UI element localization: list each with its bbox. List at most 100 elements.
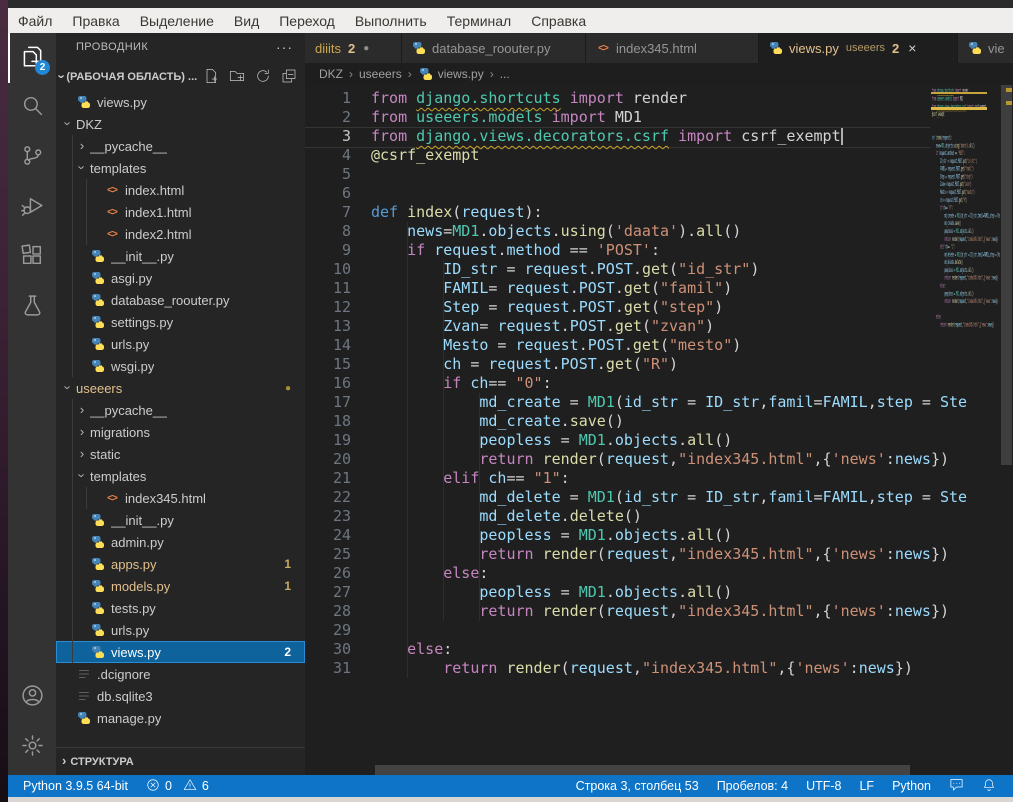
tree-file-__init__.py[interactable]: __init__.py: [56, 245, 305, 267]
feedback-icon: [949, 777, 964, 795]
code-line: return render(request,"index345.html",{'…: [371, 450, 967, 469]
status-label: UTF-8: [806, 779, 841, 793]
new-folder-icon[interactable]: [229, 68, 245, 87]
breadcrumb-item-DKZ[interactable]: DKZ: [319, 67, 343, 81]
tree-folder-DKZ[interactable]: ›DKZ: [56, 113, 305, 135]
vertical-scrollbar-thumb[interactable]: [1001, 85, 1012, 465]
activity-search-button[interactable]: [8, 83, 56, 133]
tree-file-database_roouter.py[interactable]: database_roouter.py: [56, 289, 305, 311]
warning-icon: [183, 778, 197, 795]
menu-bar: ФайлПравкаВыделениеВидПереходВыполнитьТе…: [8, 8, 1013, 33]
explorer-title: ПРОВОДНИК: [76, 41, 148, 53]
code-line: peopless = MD1.objects.all(): [371, 431, 967, 450]
tree-folder-templates[interactable]: ›templates: [56, 157, 305, 179]
tree-file-admin.py[interactable]: admin.py: [56, 531, 305, 553]
activity-settings-gear-button[interactable]: [8, 723, 56, 773]
tree-file-urls.py[interactable]: urls.py: [56, 333, 305, 355]
menu-item-Терминал[interactable]: Терминал: [437, 13, 521, 29]
tree-folder-useeers[interactable]: ›useeers●: [56, 377, 305, 399]
menu-item-Вид[interactable]: Вид: [224, 13, 269, 29]
status-language-mode[interactable]: Python: [885, 779, 938, 793]
tab-vie[interactable]: vie: [958, 33, 1013, 63]
tree-file-apps.py[interactable]: apps.py1: [56, 553, 305, 575]
workspace-section-header[interactable]: › (РАБОЧАЯ ОБЛАСТЬ) ...: [56, 65, 305, 89]
new-file-icon[interactable]: [203, 68, 219, 87]
tab-index345.html[interactable]: <>index345.html: [586, 33, 758, 63]
status-eol[interactable]: LF: [852, 779, 881, 793]
tab-views.py[interactable]: views.pyuseeers2×: [759, 33, 957, 63]
status-notifications[interactable]: [975, 778, 1003, 795]
tree-item-label: apps.py: [111, 557, 157, 572]
tree-file-tests.py[interactable]: tests.py: [56, 597, 305, 619]
tree-indent-guide: [72, 641, 73, 663]
tree-file-index1.html[interactable]: <>index1.html: [56, 201, 305, 223]
outline-section-header[interactable]: › СТРУКТУРА: [56, 747, 305, 775]
code-line: return render(request,"index345.html",{'…: [371, 659, 967, 678]
tree-file-manage.py[interactable]: manage.py: [56, 707, 305, 729]
tree-file-views.py[interactable]: views.py2: [56, 641, 305, 663]
tab-database_roouter.py[interactable]: database_roouter.py: [402, 33, 585, 63]
status-cursor-position[interactable]: Строка 3, столбец 53: [569, 779, 706, 793]
tree-file-index2.html[interactable]: <>index2.html: [56, 223, 305, 245]
menu-item-Переход[interactable]: Переход: [269, 13, 345, 29]
status-problems[interactable]: 06: [139, 778, 216, 795]
menu-item-Справка[interactable]: Справка: [521, 13, 596, 29]
code-line: return render(request,"index345.html",{'…: [932, 235, 1000, 243]
tree-indent-guide: [72, 421, 73, 443]
tree-folder-migrations[interactable]: ›migrations: [56, 421, 305, 443]
menu-item-Правка[interactable]: Правка: [62, 13, 129, 29]
tree-file-index345.html[interactable]: <>index345.html: [56, 487, 305, 509]
status-encoding[interactable]: UTF-8: [799, 779, 848, 793]
code-line: from useeers.models import MD1: [371, 108, 967, 127]
vertical-scrollbar[interactable]: [1000, 85, 1013, 775]
tree-folder-static[interactable]: ›static: [56, 443, 305, 465]
tree-item-label: index.html: [125, 183, 184, 198]
minimap[interactable]: from django.shortcuts import renderfrom …: [930, 85, 1000, 345]
status-python-interpreter[interactable]: Python 3.9.5 64-bit: [16, 779, 135, 793]
chevron-right-icon: ›: [74, 403, 90, 416]
tab-diiits[interactable]: diiits2●: [305, 33, 401, 63]
collapse-all-icon[interactable]: [281, 68, 297, 87]
line-number: 21: [305, 469, 351, 488]
activity-extensions-button[interactable]: [8, 233, 56, 283]
tree-file-__init__.py[interactable]: __init__.py: [56, 509, 305, 531]
tree-folder-__pycache__[interactable]: ›__pycache__: [56, 135, 305, 157]
tree-file-urls.py[interactable]: urls.py: [56, 619, 305, 641]
refresh-icon[interactable]: [255, 68, 271, 87]
code-editor[interactable]: 1234567891011121314151617181920212223242…: [305, 85, 1013, 775]
source-control-icon: [20, 143, 45, 173]
close-icon[interactable]: ×: [908, 40, 916, 56]
tree-folder-__pycache__[interactable]: ›__pycache__: [56, 399, 305, 421]
menu-item-Выделение[interactable]: Выделение: [130, 13, 224, 29]
horizontal-scrollbar-thumb[interactable]: [375, 765, 910, 775]
tree-file-.dcignore[interactable]: .dcignore: [56, 663, 305, 685]
tree-file-models.py[interactable]: models.py1: [56, 575, 305, 597]
code-line: elif ch== "1":: [932, 243, 1000, 251]
tree-folder-templates[interactable]: ›templates: [56, 465, 305, 487]
status-indentation[interactable]: Пробелов: 4: [710, 779, 795, 793]
python-icon: [90, 513, 106, 527]
explorer-more-actions-button[interactable]: ···: [276, 39, 293, 55]
tree-item-label: settings.py: [111, 315, 173, 330]
tree-file-index.html[interactable]: <>index.html: [56, 179, 305, 201]
breadcrumb-item-useeers[interactable]: useeers: [359, 67, 402, 81]
breadcrumb-item-views.py[interactable]: views.py: [418, 67, 484, 81]
menu-item-Выполнить[interactable]: Выполнить: [345, 13, 437, 29]
tree-file-asgi.py[interactable]: asgi.py: [56, 267, 305, 289]
tree-file-views.py[interactable]: views.py: [56, 91, 305, 113]
tree-file-db.sqlite3[interactable]: db.sqlite3: [56, 685, 305, 707]
activity-source-control-button[interactable]: [8, 133, 56, 183]
vscode-window: ФайлПравкаВыделениеВидПереходВыполнитьТе…: [0, 0, 1013, 802]
tree-item-label: manage.py: [97, 711, 161, 726]
tree-file-wsgi.py[interactable]: wsgi.py: [56, 355, 305, 377]
activity-run-debug-button[interactable]: [8, 183, 56, 233]
activity-explorer-button[interactable]: 2: [8, 33, 56, 83]
tree-indent-guide: [86, 487, 87, 509]
activity-testing-button[interactable]: [8, 283, 56, 333]
status-feedback[interactable]: [942, 777, 971, 795]
breadcrumb-item-...[interactable]: ...: [500, 67, 510, 81]
menu-item-Файл[interactable]: Файл: [8, 13, 62, 29]
activity-account-button[interactable]: [8, 673, 56, 723]
breadcrumb-label: DKZ: [319, 67, 343, 81]
tree-file-settings.py[interactable]: settings.py: [56, 311, 305, 333]
